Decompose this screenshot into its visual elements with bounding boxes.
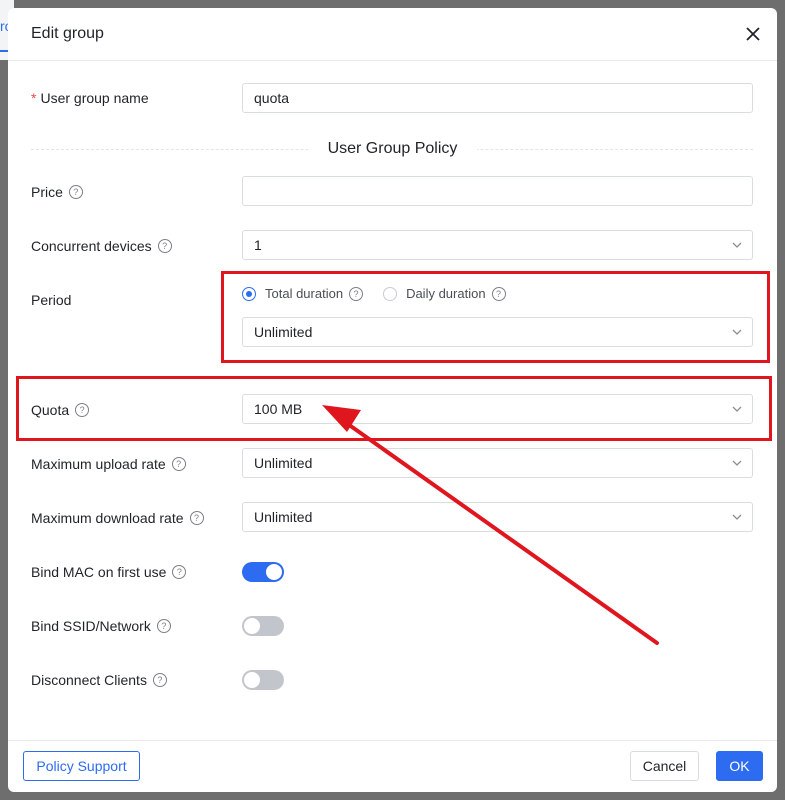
- bind-mac-toggle[interactable]: [242, 562, 284, 582]
- help-icon[interactable]: ?: [68, 185, 83, 199]
- help-icon[interactable]: ?: [157, 239, 172, 253]
- cancel-button[interactable]: Cancel: [630, 751, 699, 781]
- help-icon[interactable]: ?: [189, 511, 204, 525]
- group-name-label: * User group name: [31, 90, 149, 106]
- dialog-footer: Policy Support Cancel OK: [8, 740, 777, 792]
- ok-button[interactable]: OK: [716, 751, 763, 781]
- close-icon[interactable]: [743, 24, 763, 44]
- max-upload-select[interactable]: Unlimited: [242, 448, 753, 478]
- max-download-select[interactable]: Unlimited: [242, 502, 753, 532]
- help-icon[interactable]: ?: [156, 619, 171, 633]
- bind-mac-label: Bind MAC on first use ?: [31, 564, 187, 580]
- max-download-label: Maximum download rate ?: [31, 510, 204, 526]
- section-title: User Group Policy: [8, 140, 777, 158]
- group-name-input[interactable]: quota: [242, 83, 753, 113]
- bind-ssid-label: Bind SSID/Network ?: [31, 618, 171, 634]
- disconnect-clients-label: Disconnect Clients ?: [31, 672, 167, 688]
- chevron-down-icon: [732, 514, 742, 520]
- disconnect-clients-toggle[interactable]: [242, 670, 284, 690]
- price-label: Price ?: [31, 184, 83, 200]
- dialog-header: Edit group: [8, 8, 777, 61]
- help-icon[interactable]: ?: [171, 457, 186, 471]
- quota-highlight-box: [16, 376, 772, 441]
- dialog-title: Edit group: [31, 25, 104, 42]
- help-icon[interactable]: ?: [172, 565, 187, 579]
- period-label: Period: [31, 292, 72, 308]
- concurrent-devices-label: Concurrent devices ?: [31, 238, 172, 254]
- period-highlight-box: [221, 271, 770, 363]
- policy-support-button[interactable]: Policy Support: [23, 751, 140, 781]
- chevron-down-icon: [732, 242, 742, 248]
- price-input[interactable]: [242, 176, 753, 206]
- max-upload-label: Maximum upload rate ?: [31, 456, 186, 472]
- bind-ssid-toggle[interactable]: [242, 616, 284, 636]
- help-icon[interactable]: ?: [152, 673, 167, 687]
- chevron-down-icon: [732, 460, 742, 466]
- concurrent-devices-select[interactable]: 1: [242, 230, 753, 260]
